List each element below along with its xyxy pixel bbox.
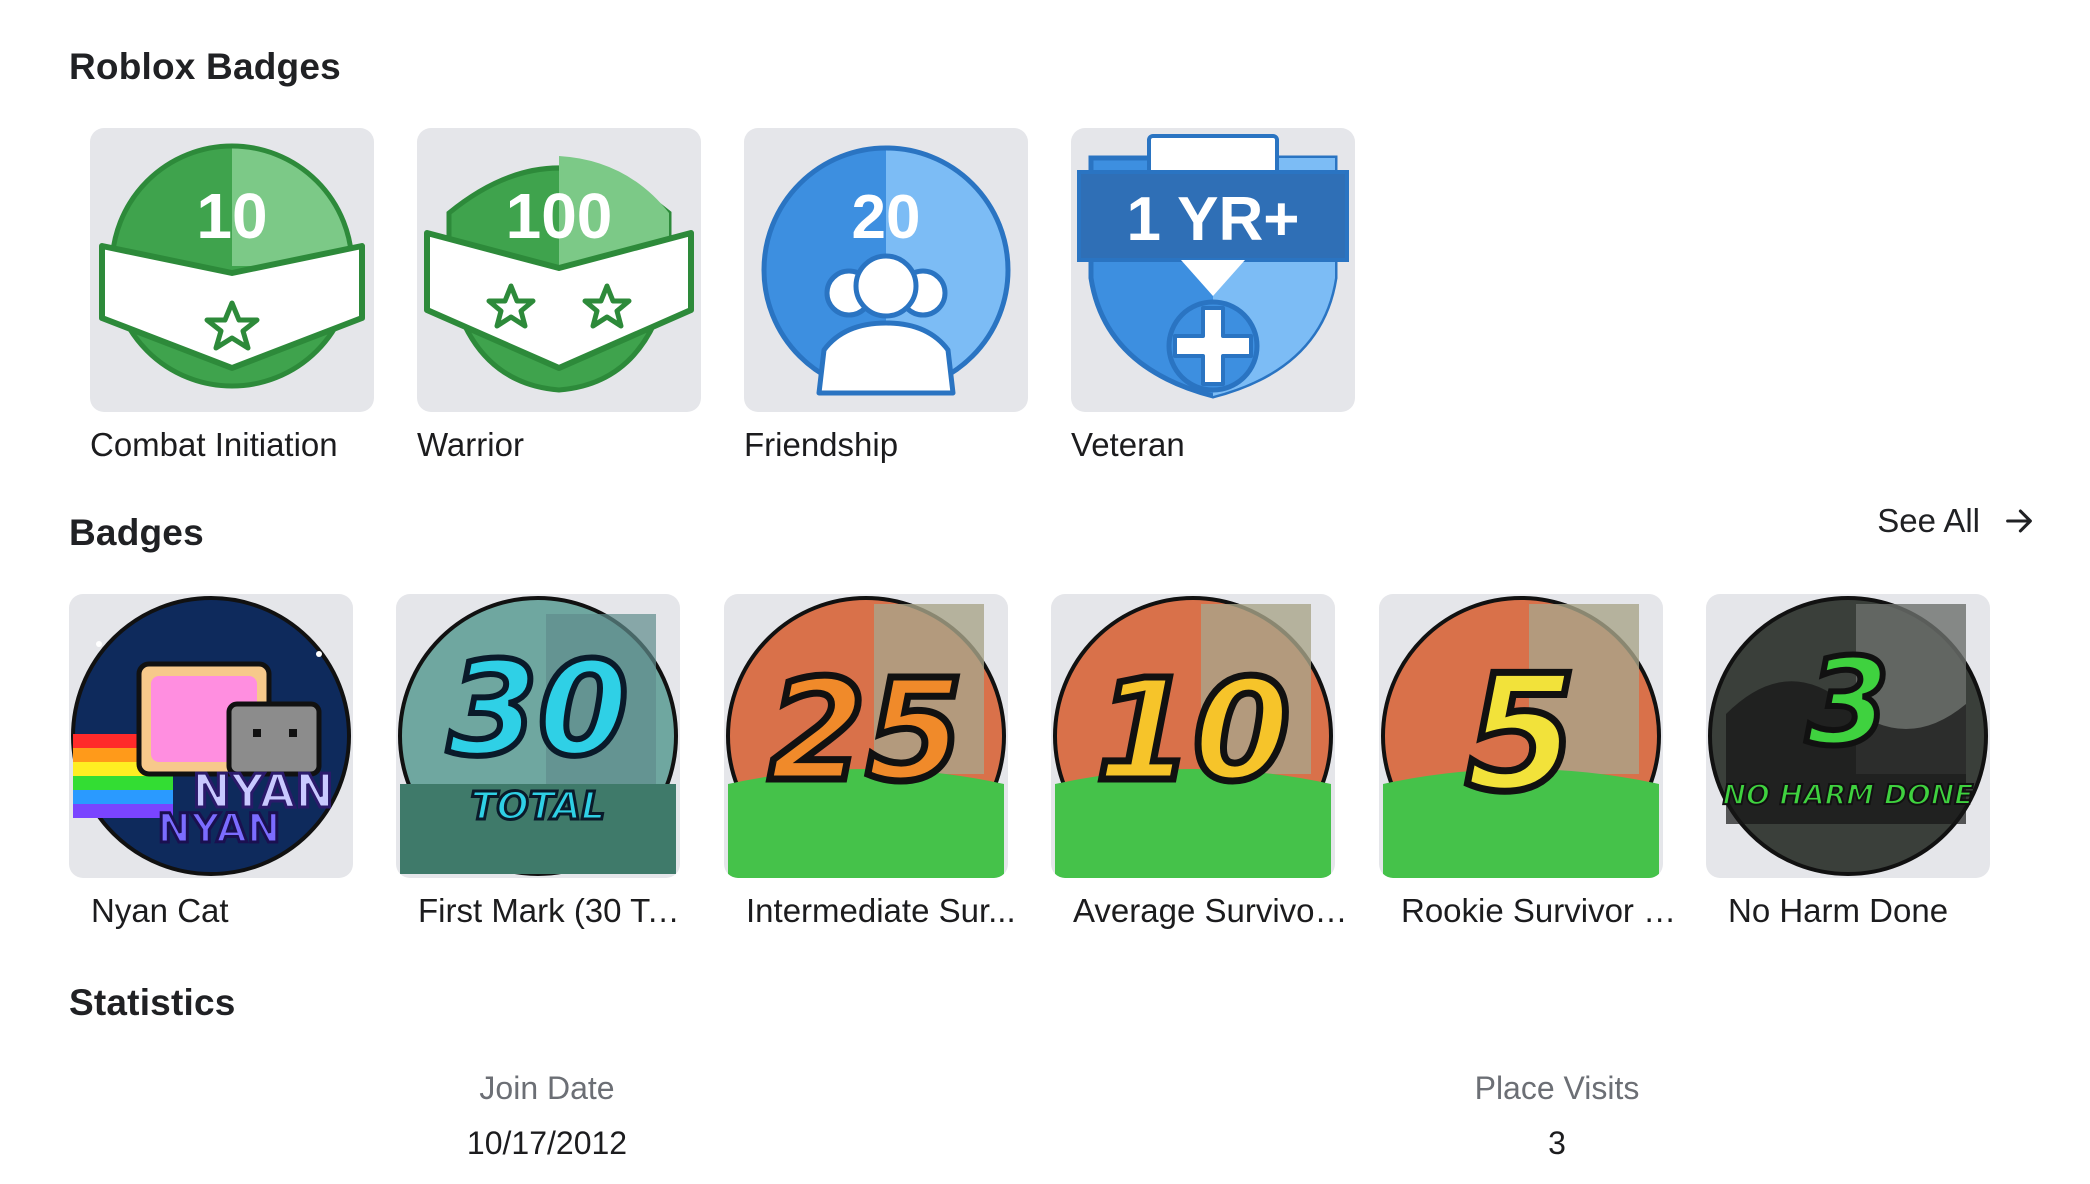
badge-label: Veteran: [1071, 426, 1185, 463]
badge-veteran[interactable]: 1 YR+ Veteran: [1071, 128, 1355, 464]
statistics-title: Statistics: [69, 982, 236, 1023]
badge-nyan-cat[interactable]: NYAN NYAN Nyan Cat: [69, 594, 353, 930]
badge-label: Nyan Cat: [91, 892, 229, 929]
intermediate-survivor-badge-icon: 25: [724, 594, 1008, 878]
combat-initiation-badge-icon: 10: [90, 128, 374, 412]
badge-number: 100: [506, 180, 613, 252]
warrior-badge-icon: 100: [417, 128, 701, 412]
badge-art-text: 30: [448, 633, 629, 785]
no-harm-done-badge-icon: 3 NO HARM DONE: [1706, 594, 1990, 878]
badge-art-text: 10: [1096, 650, 1291, 813]
badge-combat-initiation[interactable]: 10 Combat Initiation: [90, 128, 374, 464]
first-mark-badge-icon: 30 TOTAL: [396, 594, 680, 878]
badge-label: Friendship: [744, 426, 899, 463]
badges-title: Badges: [69, 512, 204, 553]
stat-place-visits: Place Visits 3: [1357, 1070, 1757, 1162]
badge-warrior[interactable]: 100 Warrior: [417, 128, 701, 464]
badge-rookie-survivor[interactable]: 5 Rookie Survivor (5): [1379, 594, 1679, 930]
badge-first-mark[interactable]: 30 TOTAL First Mark (30 Tot...: [396, 594, 696, 930]
badge-label: Warrior: [417, 426, 524, 463]
badge-label: First Mark (30 Tot...: [418, 892, 696, 929]
nyan-cat-badge-icon: NYAN NYAN: [69, 594, 353, 878]
roblox-badges-title: Roblox Badges: [69, 46, 341, 87]
badge-art-text: TOTAL: [471, 784, 606, 828]
badge-art-text: 5: [1465, 640, 1576, 827]
badge-art-text: 3: [1806, 634, 1890, 773]
badge-number: 20: [852, 183, 921, 252]
badge-label: No Harm Done: [1728, 892, 1949, 929]
arrow-right-icon: [2006, 509, 2032, 533]
badge-label: Intermediate Sur...: [746, 892, 1016, 929]
badge-no-harm-done[interactable]: 3 NO HARM DONE No Harm Done: [1706, 594, 1990, 930]
badge-friendship[interactable]: 20 Friendship: [744, 128, 1028, 464]
friendship-badge-icon: 20: [744, 128, 1028, 412]
average-survivor-badge-icon: 10: [1051, 594, 1335, 878]
join-date-label: Join Date: [479, 1070, 615, 1106]
place-visits-label: Place Visits: [1474, 1070, 1640, 1106]
badge-average-survivor[interactable]: 10 Average Survivor ...: [1051, 594, 1351, 930]
see-all-label: See All: [1877, 502, 1980, 539]
badge-label: Combat Initiation: [90, 426, 338, 463]
join-date-value: 10/17/2012: [466, 1125, 628, 1161]
badge-label: Average Survivor ...: [1073, 892, 1351, 929]
badge-number: 1 YR+: [1127, 185, 1300, 254]
badge-number: 10: [196, 180, 267, 252]
badge-art-text: NO HARM DONE: [1723, 778, 1974, 811]
stat-join-date: Join Date 10/17/2012: [347, 1070, 747, 1162]
veteran-badge-icon: 1 YR+: [1071, 128, 1355, 412]
badge-label: Rookie Survivor (5): [1401, 892, 1679, 929]
see-all-button[interactable]: See All: [1877, 502, 2036, 540]
badge-art-text: NYAN: [157, 806, 280, 852]
place-visits-value: 3: [1548, 1125, 1566, 1161]
badge-intermediate-survivor[interactable]: 25 Intermediate Sur...: [724, 594, 1016, 930]
badge-art-text: 25: [769, 650, 964, 813]
rookie-survivor-badge-icon: 5: [1379, 594, 1663, 878]
